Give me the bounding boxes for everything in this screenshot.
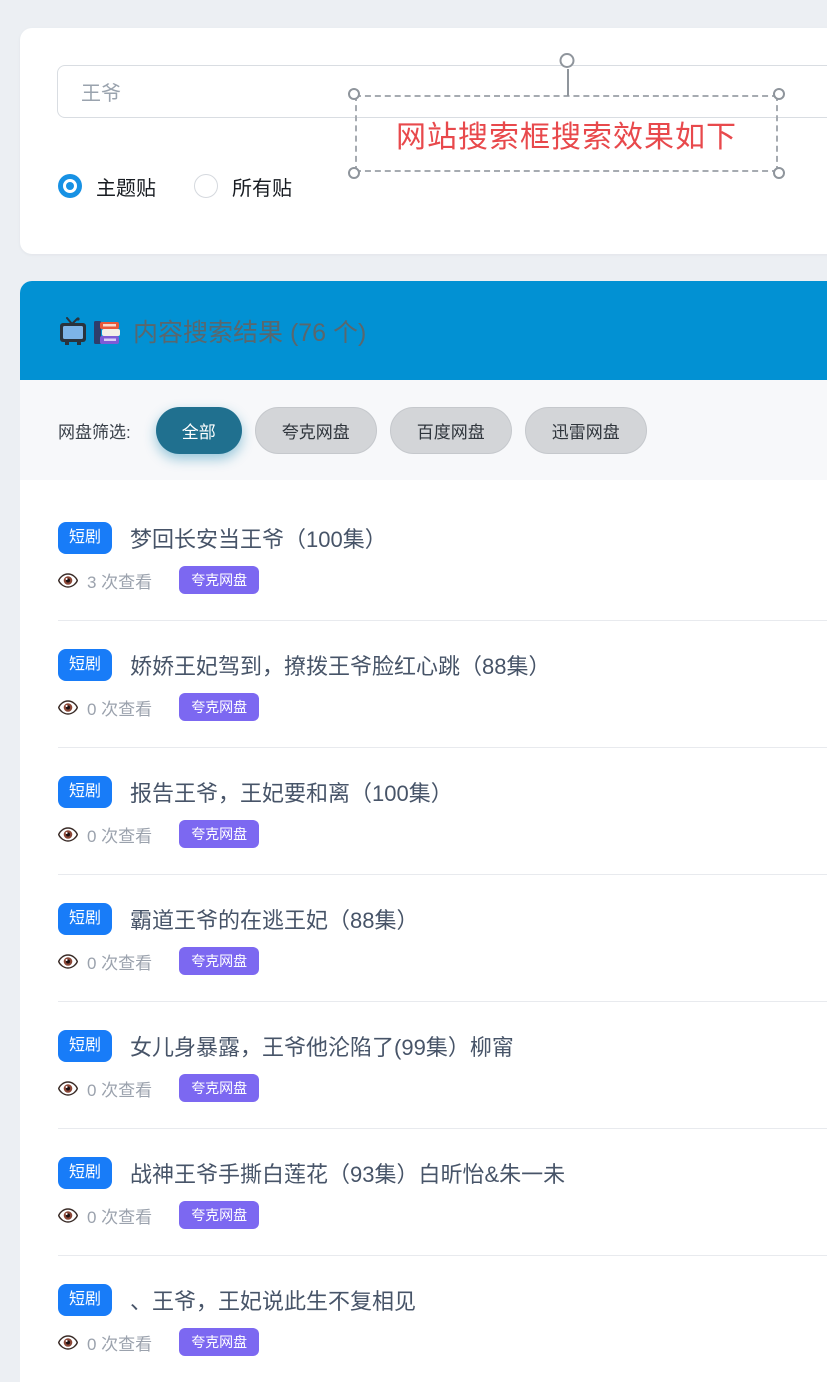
resize-handle-top-right[interactable] — [773, 88, 785, 100]
filter-pill-button[interactable]: 迅雷网盘 — [525, 407, 647, 454]
view-count: 0 次查看 — [87, 949, 152, 974]
radio-circle-icon[interactable] — [58, 174, 82, 198]
result-row: 短剧 娇娇王妃驾到，撩拨王爷脸红心跳（88集） 0 次查看 夸克网盘 — [58, 621, 827, 748]
type-badge: 短剧 — [58, 1030, 112, 1062]
eye-icon — [58, 1208, 78, 1223]
view-count: 3 次查看 — [87, 568, 152, 593]
tv-icon — [58, 317, 88, 345]
type-badge: 短剧 — [58, 649, 112, 681]
resize-handle-top-left[interactable] — [348, 88, 360, 100]
results-header: 内容搜索结果 (76 个) — [20, 281, 827, 380]
result-row: 短剧 女儿身暴露，王爷他沦陷了(99集）柳甯 0 次查看 夸克网盘 — [58, 1002, 827, 1129]
rotation-handle[interactable] — [559, 53, 574, 68]
resize-handle-bottom-right[interactable] — [773, 167, 785, 179]
result-row: 短剧 战神王爷手撕白莲花（93集）白昕怡&朱一未 0 次查看 夸克网盘 — [58, 1129, 827, 1256]
filter-bar: 网盘筛选: 全部 夸克网盘 百度网盘 迅雷网盘 — [20, 380, 827, 480]
books-icon — [91, 317, 121, 345]
source-tag: 夸克网盘 — [179, 1201, 259, 1229]
result-title-link[interactable]: 霸道王爷的在逃王妃（88集） — [130, 903, 418, 935]
result-title-link[interactable]: 娇娇王妃驾到，撩拨王爷脸红心跳（88集） — [130, 649, 550, 681]
source-tag: 夸克网盘 — [179, 693, 259, 721]
radio-option-0[interactable]: 主题贴 — [58, 172, 156, 201]
search-scope-radio-group: 主题贴 所有贴 — [58, 161, 292, 211]
view-count: 0 次查看 — [87, 695, 152, 720]
result-row: 短剧 、王爷，王妃说此生不复相见 0 次查看 夸克网盘 — [58, 1256, 827, 1382]
eye-icon — [58, 700, 78, 715]
source-tag: 夸克网盘 — [179, 1328, 259, 1356]
results-panel: 内容搜索结果 (76 个) 网盘筛选: 全部 夸克网盘 百度网盘 迅雷网盘 短剧… — [20, 281, 827, 1340]
radio-option-label: 所有贴 — [232, 172, 292, 201]
rotation-handle-line — [567, 69, 569, 96]
type-badge: 短剧 — [58, 776, 112, 808]
view-count: 0 次查看 — [87, 1203, 152, 1228]
results-title: 内容搜索结果 (76 个) — [133, 313, 366, 349]
type-badge: 短剧 — [58, 903, 112, 935]
view-count: 0 次查看 — [87, 1330, 152, 1355]
filter-label: 网盘筛选: — [58, 418, 131, 443]
filter-pill-button[interactable]: 夸克网盘 — [255, 407, 377, 454]
radio-circle-icon[interactable] — [194, 174, 218, 198]
type-badge: 短剧 — [58, 1157, 112, 1189]
radio-option-1[interactable]: 所有贴 — [194, 172, 292, 201]
eye-icon — [58, 827, 78, 842]
radio-option-label: 主题贴 — [96, 172, 156, 201]
annotation-box[interactable]: 网站搜索框搜索效果如下 — [355, 95, 778, 172]
source-tag: 夸克网盘 — [179, 566, 259, 594]
view-count: 0 次查看 — [87, 1076, 152, 1101]
result-title-link[interactable]: 女儿身暴露，王爷他沦陷了(99集）柳甯 — [130, 1030, 514, 1062]
type-badge: 短剧 — [58, 1284, 112, 1316]
result-row: 短剧 梦回长安当王爷（100集） 3 次查看 夸克网盘 — [58, 494, 827, 621]
eye-icon — [58, 1081, 78, 1096]
filter-pill-button[interactable]: 全部 — [156, 407, 242, 454]
result-title-link[interactable]: 、王爷，王妃说此生不复相见 — [130, 1284, 416, 1316]
type-badge: 短剧 — [58, 522, 112, 554]
filter-pill-button[interactable]: 百度网盘 — [390, 407, 512, 454]
view-count: 0 次查看 — [87, 822, 152, 847]
annotation-text: 网站搜索框搜索效果如下 — [396, 112, 737, 156]
eye-icon — [58, 954, 78, 969]
result-list: 短剧 梦回长安当王爷（100集） 3 次查看 夸克网盘 短剧 娇娇王妃驾到，撩拨… — [20, 480, 827, 1382]
result-row: 短剧 报告王爷，王妃要和离（100集） 0 次查看 夸克网盘 — [58, 748, 827, 875]
resize-handle-bottom-left[interactable] — [348, 167, 360, 179]
source-tag: 夸克网盘 — [179, 820, 259, 848]
result-title-link[interactable]: 战神王爷手撕白莲花（93集）白昕怡&朱一未 — [130, 1157, 565, 1189]
result-title-link[interactable]: 梦回长安当王爷（100集） — [130, 522, 387, 554]
result-title-link[interactable]: 报告王爷，王妃要和离（100集） — [130, 776, 453, 808]
result-row: 短剧 霸道王爷的在逃王妃（88集） 0 次查看 夸克网盘 — [58, 875, 827, 1002]
eye-icon — [58, 573, 78, 588]
eye-icon — [58, 1335, 78, 1350]
source-tag: 夸克网盘 — [179, 947, 259, 975]
header-icons — [58, 317, 121, 345]
source-tag: 夸克网盘 — [179, 1074, 259, 1102]
